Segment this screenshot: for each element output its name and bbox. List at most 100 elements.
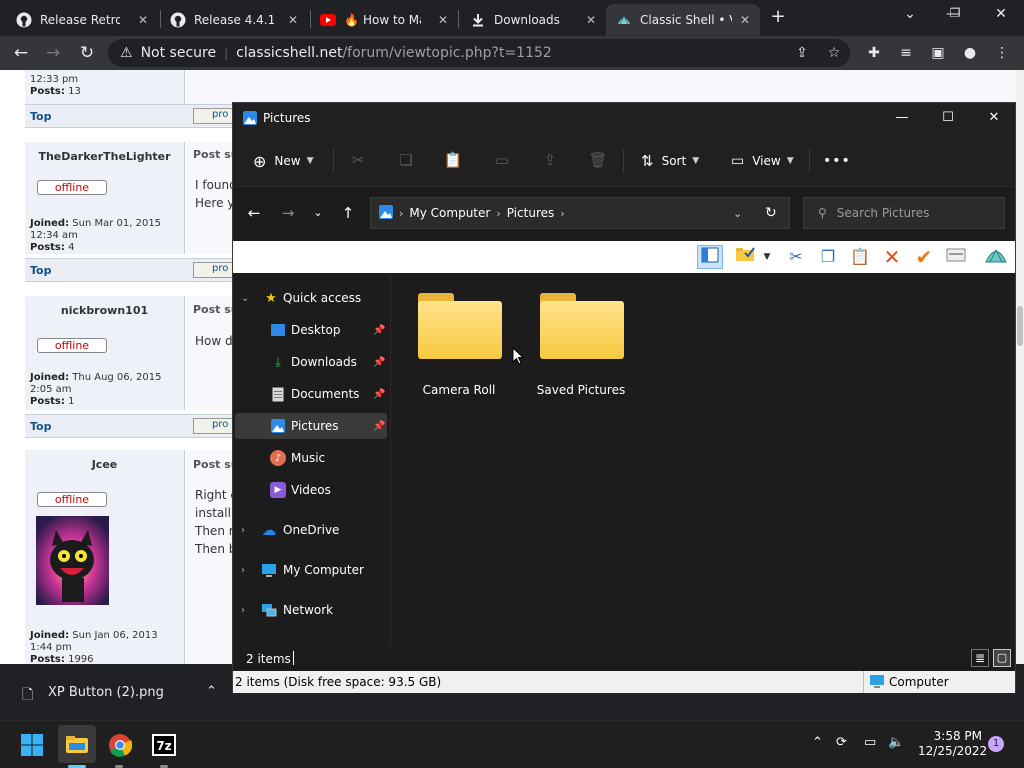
restore-icon[interactable]: ❐: [940, 6, 970, 26]
profile-icon[interactable]: ●: [960, 43, 980, 63]
checkmark-icon[interactable]: ✔: [911, 245, 937, 269]
classic-shell-icon[interactable]: [983, 245, 1009, 269]
tab-close-icon[interactable]: ✕: [738, 13, 752, 27]
sort-button[interactable]: ⇅ Sort ▼: [641, 147, 699, 175]
profile-button[interactable]: pro: [193, 418, 233, 434]
breadcrumb-pictures[interactable]: Pictures: [507, 206, 555, 220]
tab-release-4-4[interactable]: Release 4.4.170 ✕: [160, 4, 308, 36]
folder-camera-roll[interactable]: Camera Roll: [404, 291, 514, 401]
tab-close-icon[interactable]: ✕: [286, 13, 300, 27]
chevron-down-icon[interactable]: ⌄: [895, 6, 925, 26]
top-link[interactable]: Top: [30, 420, 51, 433]
nav-downloads[interactable]: ⤓ Downloads 📌: [233, 349, 389, 375]
pin-icon[interactable]: 📌: [373, 325, 385, 336]
share-icon[interactable]: ⇪: [792, 43, 812, 63]
delete-icon[interactable]: 🗑: [588, 151, 608, 171]
chevron-down-icon[interactable]: ⌄: [733, 207, 742, 220]
refresh-icon[interactable]: ↻: [765, 205, 777, 221]
chevron-down-icon[interactable]: ▼: [761, 245, 773, 269]
tab-close-icon[interactable]: ✕: [136, 13, 150, 27]
cut-icon[interactable]: ✂: [783, 245, 809, 269]
tab-downloads[interactable]: Downloads ✕: [460, 4, 606, 36]
page-scrollbar[interactable]: [1016, 70, 1024, 664]
chevron-right-icon[interactable]: ›: [241, 565, 245, 576]
explorer-title-bar[interactable]: Pictures — ☐ ✕: [233, 103, 1015, 133]
profile-button[interactable]: pro: [193, 108, 233, 124]
extensions-icon[interactable]: ✚: [864, 43, 884, 63]
start-button-windows-icon[interactable]: [16, 729, 48, 761]
close-icon[interactable]: ✕: [971, 103, 1017, 133]
copy-icon[interactable]: ❏: [396, 151, 416, 171]
folder-saved-pictures[interactable]: Saved Pictures: [526, 291, 636, 401]
minimize-icon[interactable]: —: [879, 103, 925, 133]
tab-how-to-make[interactable]: 🔥 How to Mal ✕: [310, 4, 458, 36]
download-filename[interactable]: XP Button (2).png: [48, 685, 164, 700]
paste-icon[interactable]: 📋: [847, 245, 873, 269]
nav-videos[interactable]: ▶ Videos: [233, 477, 389, 503]
side-panel-icon[interactable]: ▣: [928, 43, 948, 63]
tab-close-icon[interactable]: ✕: [584, 13, 598, 27]
scrollbar-thumb[interactable]: [1017, 306, 1023, 346]
menu-kebab-icon[interactable]: ⋮: [992, 43, 1012, 63]
reload-icon[interactable]: ↻: [76, 42, 98, 64]
copy-icon[interactable]: ❐: [815, 245, 841, 269]
bookmark-star-icon[interactable]: ☆: [824, 43, 844, 63]
tab-close-icon[interactable]: ✕: [436, 13, 450, 27]
chevron-down-icon[interactable]: ⌄: [241, 293, 249, 304]
close-icon[interactable]: ✕: [986, 6, 1016, 26]
search-input[interactable]: ⚲ Search Pictures: [803, 197, 1005, 229]
details-view-icon[interactable]: ≣: [971, 649, 989, 667]
network-tray-icon[interactable]: ▭: [864, 735, 876, 750]
nav-documents[interactable]: Documents 📌: [233, 381, 389, 407]
nav-my-computer[interactable]: › My Computer: [233, 557, 389, 583]
download-shelf-item[interactable]: 🗋 XP Button (2).png ⌃: [0, 664, 232, 720]
volume-icon[interactable]: 🔈: [888, 735, 904, 750]
media-queue-icon[interactable]: ≡: [896, 43, 916, 63]
back-arrow-icon[interactable]: ←: [243, 202, 265, 224]
pin-icon[interactable]: 📌: [373, 357, 385, 368]
nav-network[interactable]: › Network: [233, 597, 389, 623]
nav-desktop[interactable]: Desktop 📌: [233, 317, 389, 343]
chevron-up-icon[interactable]: ⌃: [206, 684, 217, 699]
tab-classic-shell[interactable]: Classic Shell • V ✕: [606, 4, 760, 36]
chevron-up-icon[interactable]: ⌃: [812, 735, 823, 750]
address-bar[interactable]: ⚠ Not secure | classicshell.net/forum/vi…: [108, 39, 850, 67]
sync-icon[interactable]: ⟳: [836, 735, 847, 750]
nav-pictures[interactable]: Pictures 📌: [235, 413, 387, 439]
view-button[interactable]: ▭ View ▼: [731, 147, 794, 175]
url-text[interactable]: classicshell.net/forum/viewtopic.php?t=1…: [236, 45, 552, 61]
forward-arrow-icon[interactable]: →: [277, 202, 299, 224]
maximize-icon[interactable]: ☐: [925, 103, 971, 133]
forward-arrow-icon[interactable]: →: [42, 42, 64, 64]
top-link[interactable]: Top: [30, 110, 51, 123]
delete-x-icon[interactable]: ✕: [879, 245, 905, 269]
chevron-right-icon[interactable]: ›: [241, 605, 245, 616]
author-username[interactable]: TheDarkerTheLighter: [25, 142, 184, 163]
chrome-app-icon[interactable]: [104, 729, 136, 761]
author-username[interactable]: nickbrown101: [25, 296, 184, 317]
clock[interactable]: 3:58 PM 12/25/2022: [918, 729, 987, 759]
nav-onedrive[interactable]: › ☁ OneDrive: [233, 517, 389, 543]
notification-badge[interactable]: 1: [988, 736, 1004, 752]
chevron-down-icon[interactable]: ⌄: [307, 202, 329, 224]
back-arrow-icon[interactable]: ←: [10, 42, 32, 64]
chevron-right-icon[interactable]: ›: [241, 525, 245, 536]
properties-icon[interactable]: [943, 245, 969, 269]
top-link[interactable]: Top: [30, 264, 51, 277]
new-button[interactable]: ⊕ New ▼: [253, 147, 314, 175]
profile-button[interactable]: pro: [193, 262, 233, 278]
new-tab-button[interactable]: +: [768, 8, 788, 28]
rename-icon[interactable]: ▭: [492, 151, 512, 171]
more-options-button[interactable]: •••: [823, 147, 851, 175]
navigation-pane-icon[interactable]: [697, 245, 723, 269]
share-icon[interactable]: ⇪: [540, 151, 560, 171]
select-folder-icon[interactable]: [733, 245, 759, 269]
tab-release-retrobar[interactable]: Release RetroBa ✕: [6, 4, 158, 36]
nav-quick-access[interactable]: ⌄ ★ Quick access: [233, 285, 389, 311]
pin-icon[interactable]: 📌: [373, 421, 385, 432]
cut-icon[interactable]: ✂: [348, 151, 368, 171]
nav-music[interactable]: ♪ Music: [233, 445, 389, 471]
author-username[interactable]: Jcee: [25, 450, 184, 471]
pin-icon[interactable]: 📌: [373, 389, 385, 400]
file-explorer-app-icon[interactable]: [58, 725, 96, 763]
